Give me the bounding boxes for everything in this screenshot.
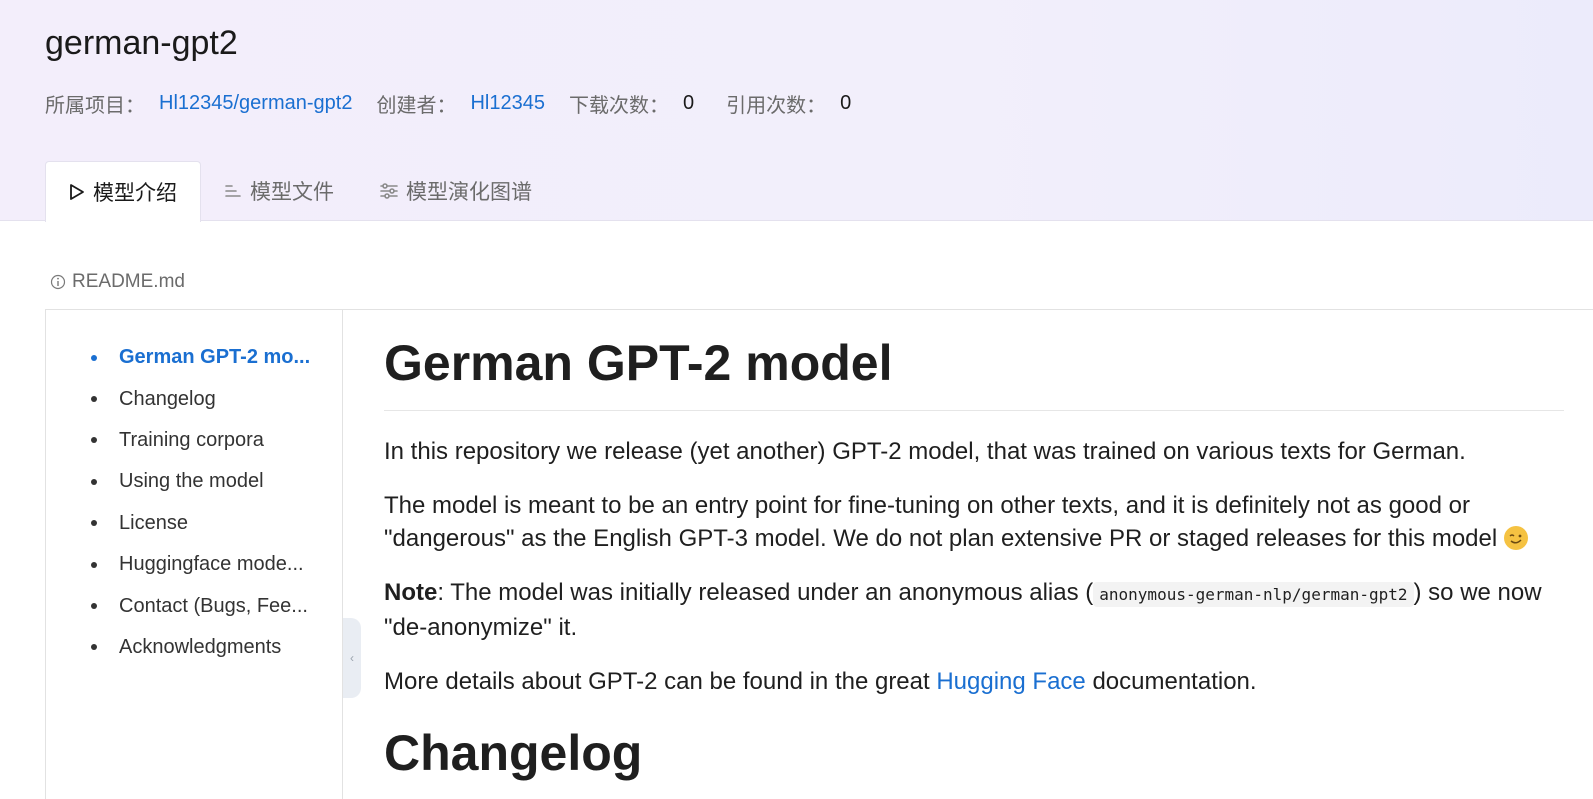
bullet-icon xyxy=(91,478,97,485)
alias-code: anonymous-german-nlp/german-gpt2 xyxy=(1093,581,1414,607)
content-heading-1: German GPT-2 model xyxy=(384,334,1564,411)
toc-item-acknowledgments[interactable]: Acknowledgments xyxy=(91,627,310,668)
toc-item-license[interactable]: License xyxy=(91,503,310,544)
chevron-left-icon: ‹ xyxy=(350,651,354,665)
toc-item-label: German GPT-2 mo... xyxy=(119,346,311,369)
tab-bar: 模型介绍 模型文件 模型演化图谱 xyxy=(45,161,555,222)
list-icon xyxy=(224,182,242,200)
paragraph-details: More details about GPT-2 can be found in… xyxy=(384,665,1564,699)
readme-filename: README.md xyxy=(50,271,185,293)
paragraph-intro: In this repository we release (yet anoth… xyxy=(384,438,1466,465)
sliders-icon xyxy=(380,182,398,200)
toc-item-label: License xyxy=(119,511,188,534)
citations-value: 0 xyxy=(840,92,852,114)
bullet-icon xyxy=(91,644,97,651)
project-label: 所属项目： xyxy=(45,95,145,117)
citations-label: 引用次数： xyxy=(726,95,827,117)
toc-item-changelog[interactable]: Changelog xyxy=(91,378,310,419)
project-link[interactable]: Hl12345/german-gpt2 xyxy=(159,92,352,115)
toc-item-training-corpora[interactable]: Training corpora xyxy=(91,420,310,461)
toc-item-using-the-model[interactable]: Using the model xyxy=(91,461,310,502)
bullet-icon xyxy=(91,603,97,610)
hugging-face-link[interactable]: Hugging Face xyxy=(936,668,1085,695)
toc-item-german-gpt2-model[interactable]: German GPT-2 mo... xyxy=(91,337,310,378)
toc-item-label: Using the model xyxy=(119,470,264,493)
page-header: german-gpt2 所属项目： Hl12345/german-gpt2 创建… xyxy=(0,0,1593,222)
toc-item-label: Training corpora xyxy=(119,428,264,451)
bullet-icon xyxy=(91,396,97,403)
toc-collapse-button[interactable]: ‹ xyxy=(343,618,361,698)
toc-item-label: Contact (Bugs, Fee... xyxy=(119,594,308,617)
tab-label: 模型文件 xyxy=(250,181,334,204)
details-text-b: documentation. xyxy=(1085,667,1257,695)
bullet-icon xyxy=(91,354,97,361)
bullet-icon xyxy=(91,437,97,444)
toc-item-label: Acknowledgments xyxy=(119,635,282,658)
readme-panel: German GPT-2 mo... Changelog Training co… xyxy=(45,309,1593,799)
info-icon xyxy=(50,274,66,290)
content-heading-changelog: Changelog xyxy=(384,725,643,781)
bullet-icon xyxy=(91,520,97,527)
paragraph-note: Note: The model was initially released u… xyxy=(384,576,1564,645)
paragraph-purpose: The model is meant to be an entry point … xyxy=(384,489,1564,556)
bullet-icon xyxy=(91,561,97,568)
toc-item-huggingface-model[interactable]: Huggingface mode... xyxy=(91,544,310,585)
readme-label: README.md xyxy=(72,271,185,292)
tab-label: 模型介绍 xyxy=(93,182,177,205)
note-label: Note xyxy=(384,578,438,606)
downloads-label: 下载次数： xyxy=(568,95,669,117)
details-text-a: More details about GPT-2 can be found in… xyxy=(384,667,937,695)
paragraph-text: The model is meant to be an entry point … xyxy=(384,491,1498,553)
wink-emoji-icon xyxy=(1503,526,1528,550)
tab-model-evolution[interactable]: 模型演化图谱 xyxy=(357,161,555,221)
page-title: german-gpt2 xyxy=(45,24,238,62)
toc-item-label: Changelog xyxy=(119,387,216,410)
model-meta: 所属项目： Hl12345/german-gpt2 创建者： Hl12345 下… xyxy=(45,89,883,118)
tab-label: 模型演化图谱 xyxy=(406,181,532,204)
toc-item-label: Huggingface mode... xyxy=(119,553,304,576)
creator-link[interactable]: Hl12345 xyxy=(470,92,545,115)
tab-model-files[interactable]: 模型文件 xyxy=(201,161,357,221)
table-of-contents: German GPT-2 mo... Changelog Training co… xyxy=(46,310,343,799)
note-text-a: : The model was initially released under… xyxy=(437,578,1094,606)
play-icon xyxy=(69,183,85,201)
creator-label: 创建者： xyxy=(376,95,457,117)
tab-model-intro[interactable]: 模型介绍 xyxy=(45,161,201,222)
readme-content: German GPT-2 model In this repository we… xyxy=(384,310,1564,782)
toc-item-contact[interactable]: Contact (Bugs, Fee... xyxy=(91,585,310,626)
downloads-value: 0 xyxy=(682,92,695,114)
